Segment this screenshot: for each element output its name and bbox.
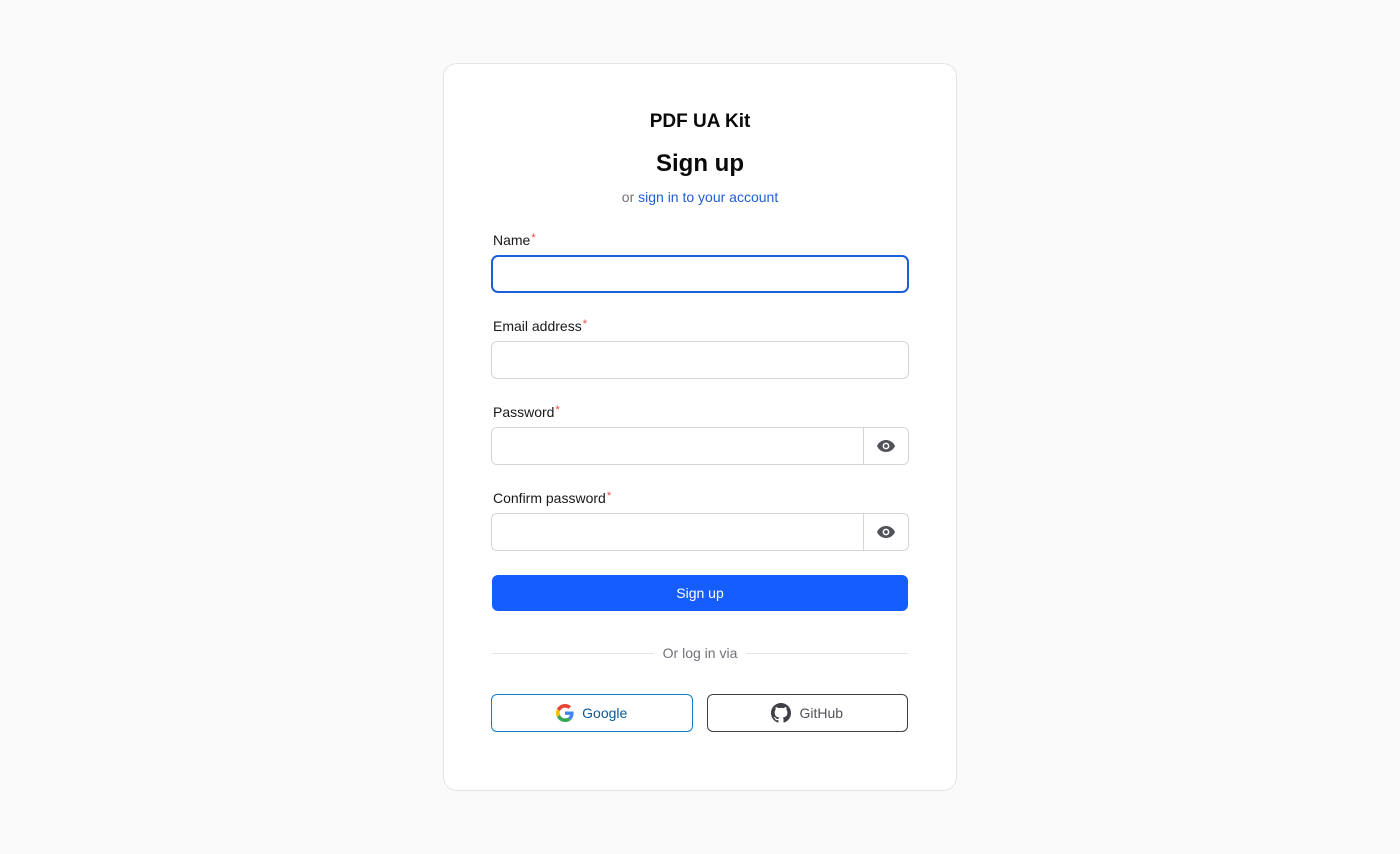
name-label: Name* xyxy=(492,231,908,249)
eye-icon xyxy=(877,526,895,538)
google-icon xyxy=(556,704,574,722)
subtitle-prefix: or xyxy=(621,189,635,205)
divider-line-right xyxy=(746,652,909,654)
confirm-password-label-text: Confirm password xyxy=(493,490,606,506)
github-label: GitHub xyxy=(799,705,844,721)
name-input[interactable] xyxy=(491,255,909,293)
github-icon xyxy=(771,703,792,723)
eye-icon xyxy=(877,440,895,452)
signup-card: PDF UA Kit Sign up or sign in to your ac… xyxy=(443,63,957,791)
sign-up-button[interactable]: Sign up xyxy=(492,575,908,611)
page-title: Sign up xyxy=(656,150,744,177)
google-login-button[interactable]: Google xyxy=(491,694,693,732)
confirm-password-label: Confirm password* xyxy=(492,489,908,507)
password-label-text: Password xyxy=(493,404,555,420)
password-input[interactable] xyxy=(492,428,863,464)
social-login: Google GitHub xyxy=(491,694,908,732)
password-label: Password* xyxy=(492,403,908,421)
divider-text: Or log in via xyxy=(662,645,738,661)
brand-title: PDF UA Kit xyxy=(649,111,751,132)
email-field: Email address* xyxy=(491,317,909,379)
email-label-text: Email address xyxy=(493,318,582,334)
name-field: Name* xyxy=(491,231,909,293)
password-field: Password* xyxy=(491,403,909,465)
divider: Or log in via xyxy=(492,645,909,661)
name-label-text: Name xyxy=(493,232,531,248)
confirm-password-field: Confirm password* xyxy=(491,489,909,551)
show-confirm-password-button[interactable] xyxy=(863,514,908,550)
email-input[interactable] xyxy=(491,341,909,379)
subtitle: or sign in to your account xyxy=(492,187,908,207)
required-mark: * xyxy=(555,404,560,416)
required-mark: * xyxy=(606,490,612,502)
password-group xyxy=(491,427,909,465)
confirm-password-input[interactable] xyxy=(492,514,863,550)
confirm-password-group xyxy=(491,513,909,551)
sign-in-link[interactable]: sign in to your account xyxy=(638,189,778,205)
required-mark: * xyxy=(531,232,536,244)
email-label: Email address* xyxy=(492,317,908,335)
required-mark: * xyxy=(582,318,587,330)
show-password-button[interactable] xyxy=(863,428,908,464)
github-login-button[interactable]: GitHub xyxy=(706,694,908,732)
divider-line-left xyxy=(492,652,654,654)
google-label: Google xyxy=(582,705,628,721)
